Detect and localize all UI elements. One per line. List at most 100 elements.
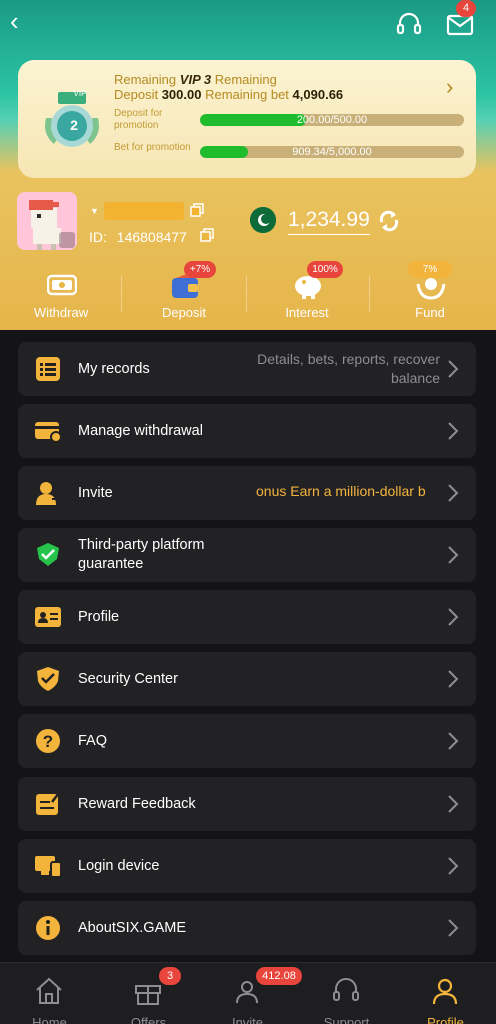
chevron-right-icon bbox=[448, 360, 459, 378]
menu-label: Third-party platform guarantee bbox=[78, 537, 205, 572]
vip-next-level-line: Remaining VIP 3 Remaining bbox=[114, 72, 277, 87]
tab-invite[interactable]: 412.08 Invite bbox=[198, 963, 302, 1024]
menu-item-profile[interactable]: Profile bbox=[18, 590, 476, 644]
tab-label: Support bbox=[323, 1015, 370, 1024]
copy-icon[interactable] bbox=[190, 203, 204, 217]
devices-icon bbox=[35, 856, 62, 878]
menu-item-invite[interactable]: Invite onus Earn a million-dollar b bbox=[18, 466, 476, 520]
back-icon[interactable]: ‹ bbox=[10, 8, 34, 34]
caret-down-icon[interactable]: ▼ bbox=[90, 206, 99, 216]
menu-item-about[interactable]: AboutSIX.GAME bbox=[18, 901, 476, 955]
menu-item-reward-feedback[interactable]: Reward Feedback bbox=[18, 777, 476, 831]
shield-check-icon bbox=[37, 667, 59, 691]
bet-progress-bar: 909.34/5,000.00 bbox=[200, 146, 464, 158]
menu-item-security-center[interactable]: Security Center bbox=[18, 652, 476, 706]
edit-avatar-icon[interactable] bbox=[59, 232, 75, 248]
chevron-right-icon bbox=[448, 670, 459, 688]
interest-badge: 100% bbox=[307, 261, 343, 278]
divider bbox=[369, 276, 370, 312]
id-label: ID: bbox=[89, 229, 107, 245]
mail-badge: 4 bbox=[456, 0, 476, 17]
tab-support[interactable]: Support bbox=[297, 963, 396, 1024]
chevron-right-icon bbox=[448, 422, 459, 440]
tab-profile[interactable]: Profile bbox=[396, 963, 495, 1024]
invite-promo-text: onus Earn a million-dollar b bbox=[256, 483, 426, 499]
remaining-suffix: Remaining bbox=[214, 72, 277, 87]
tab-offers[interactable]: 3 Offers bbox=[99, 963, 198, 1024]
copy-id-icon[interactable] bbox=[200, 228, 214, 242]
vip-card[interactable]: VIP 2 Remaining VIP 3 Remaining Deposit … bbox=[18, 60, 476, 178]
menu-label: Invite bbox=[78, 485, 113, 501]
deposit-badge: +7% bbox=[184, 261, 216, 278]
deposit-progress-bar: 200.00/500.00 bbox=[200, 114, 464, 126]
home-icon bbox=[36, 977, 62, 1004]
bet-progress-text: 909.34/5,000.00 bbox=[292, 146, 372, 158]
username-redacted bbox=[104, 202, 184, 220]
withdraw-icon bbox=[47, 274, 77, 296]
tab-label: Profile bbox=[427, 1015, 464, 1024]
user-plus-icon bbox=[36, 482, 60, 505]
menu-label: Reward Feedback bbox=[78, 796, 196, 812]
bet-promo-label: Bet for promotion bbox=[114, 142, 191, 153]
edit-note-icon bbox=[36, 792, 60, 815]
menu-label: Profile bbox=[78, 609, 120, 625]
person-icon bbox=[432, 978, 458, 1005]
deposit-label: Deposit bbox=[161, 305, 207, 320]
avatar[interactable] bbox=[17, 192, 77, 250]
tab-label: Offers bbox=[130, 1015, 167, 1024]
tab-label: Invite bbox=[231, 1015, 264, 1024]
withdraw-action[interactable]: Withdraw bbox=[11, 258, 111, 328]
menu-item-login-device[interactable]: Login device bbox=[18, 839, 476, 893]
offers-badge: 3 bbox=[159, 967, 181, 985]
vip-current-level: 2 bbox=[70, 117, 78, 133]
interest-label: Interest bbox=[285, 305, 329, 320]
chevron-right-icon bbox=[448, 857, 459, 875]
vip-next-level: VIP 3 bbox=[179, 72, 212, 87]
refresh-icon[interactable] bbox=[376, 208, 402, 234]
menu-item-third-party-guarantee[interactable]: Third-party platform guarantee bbox=[18, 528, 476, 582]
info-icon bbox=[36, 916, 60, 940]
bet-label: Remaining bet bbox=[205, 87, 289, 102]
menu-sublabel: Details, bets, reports, recover balance bbox=[257, 351, 440, 386]
chevron-right-icon bbox=[448, 608, 459, 626]
tab-home[interactable]: Home bbox=[0, 963, 99, 1024]
card-gear-icon bbox=[35, 422, 62, 443]
fund-action[interactable]: 7% Fund bbox=[380, 258, 480, 328]
menu-item-my-records[interactable]: My records Details, bets, reports, recov… bbox=[18, 342, 476, 396]
id-value: 146808477 bbox=[116, 229, 187, 245]
pakistan-flag-icon bbox=[250, 207, 276, 233]
withdraw-label: Withdraw bbox=[33, 305, 89, 320]
user-id: ID: 146808477 bbox=[89, 229, 187, 245]
vip-remaining-line: Deposit 300.00 Remaining bet 4,090.66 bbox=[114, 87, 343, 102]
list-icon bbox=[36, 357, 60, 381]
svg-text:?: ? bbox=[43, 732, 53, 751]
chevron-right-icon bbox=[448, 919, 459, 937]
headset-icon[interactable] bbox=[396, 12, 422, 36]
deposit-promo-label: Deposit for promotion bbox=[114, 108, 163, 131]
fund-label: Fund bbox=[415, 305, 445, 320]
deposit-action[interactable]: +7% Deposit bbox=[134, 258, 234, 328]
menu-item-manage-withdrawal[interactable]: Manage withdrawal bbox=[18, 404, 476, 458]
deposit-progress-text: 200.00/500.00 bbox=[296, 114, 368, 126]
tab-label: Home bbox=[32, 1015, 67, 1024]
menu-label: Login device bbox=[78, 858, 160, 874]
bet-value: 4,090.66 bbox=[292, 87, 344, 102]
chevron-right-icon bbox=[448, 484, 459, 502]
fund-badge: 7% bbox=[408, 261, 452, 278]
deposit-value: 300.00 bbox=[161, 87, 202, 102]
chevron-right-icon bbox=[448, 795, 459, 813]
interest-action[interactable]: 100% Interest bbox=[257, 258, 357, 328]
menu-item-faq[interactable]: ? FAQ bbox=[18, 714, 476, 768]
vip-chevron-right-icon[interactable]: › bbox=[446, 74, 453, 100]
divider bbox=[246, 276, 247, 312]
wallet-balance: 1,234.99 bbox=[288, 208, 370, 235]
id-card-icon bbox=[35, 607, 61, 627]
menu-label: Manage withdrawal bbox=[78, 423, 203, 439]
chevron-right-icon bbox=[448, 546, 459, 564]
vip-badge-text: VIP bbox=[73, 89, 87, 98]
top-bar: ‹ 4 bbox=[0, 0, 496, 50]
remaining-prefix: Remaining bbox=[114, 72, 177, 87]
deposit-label: Deposit bbox=[114, 87, 159, 102]
invite-badge: 412.08 bbox=[256, 967, 302, 985]
headset-icon bbox=[333, 978, 359, 1001]
